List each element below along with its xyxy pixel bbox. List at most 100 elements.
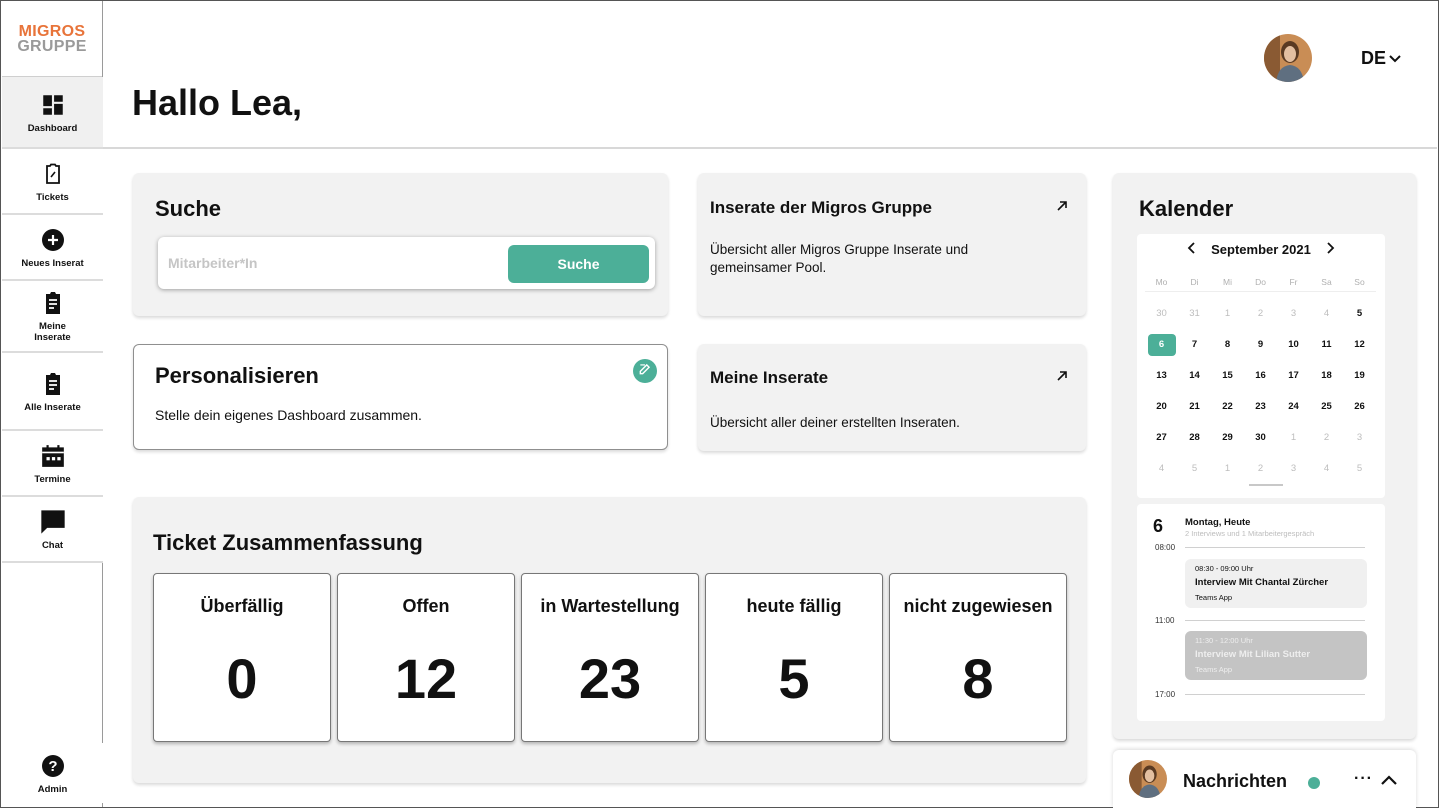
calendar-day-label: 4 xyxy=(1158,463,1165,474)
sidebar-item-neues-inserat[interactable]: Neues Inserat xyxy=(2,215,103,281)
calendar-month-nav: September 2021 xyxy=(1137,242,1385,257)
ticket-clipboard-icon xyxy=(39,160,67,188)
calendar-day[interactable]: 5 xyxy=(1343,463,1376,474)
ticket-card-wartestellung[interactable]: in Wartestellung 23 xyxy=(521,573,699,742)
calendar-weekday: Fr xyxy=(1289,276,1298,287)
sidebar-item-admin[interactable]: ? Admin xyxy=(2,743,103,803)
calendar-day[interactable]: 26 xyxy=(1343,401,1376,412)
messages-bar[interactable]: Nachrichten ··· xyxy=(1113,750,1416,808)
calendar-day[interactable]: 1 xyxy=(1211,308,1244,319)
ticket-card-nicht-zugewiesen[interactable]: nicht zugewiesen 8 xyxy=(889,573,1067,742)
calendar-weekday-row: Mo Di Mi Do Fr Sa So xyxy=(1145,272,1376,292)
search-input[interactable] xyxy=(168,249,498,277)
language-selector[interactable]: DE xyxy=(1361,48,1402,69)
inserate-gruppe-text: Übersicht aller Migros Gruppe Inserate u… xyxy=(710,242,969,275)
agenda-event[interactable]: 11:30 - 12:00 Uhr Interview Mit Lilian S… xyxy=(1185,631,1367,680)
calendar-day[interactable]: 2 xyxy=(1244,463,1277,474)
calendar-day[interactable]: 17 xyxy=(1277,370,1310,381)
calendar-day[interactable]: 6 xyxy=(1145,333,1178,356)
online-status-dot xyxy=(1308,777,1320,789)
calendar-day[interactable]: 14 xyxy=(1178,370,1211,381)
calendar-day[interactable]: 5 xyxy=(1343,308,1376,319)
agenda-event-time: 08:30 - 09:00 Uhr xyxy=(1195,564,1254,573)
sidebar-item-termine[interactable]: Termine xyxy=(2,431,103,497)
calendar-day[interactable]: 22 xyxy=(1211,401,1244,412)
ticket-card-offen[interactable]: Offen 12 xyxy=(337,573,515,742)
sidebar-item-dashboard[interactable]: Dashboard xyxy=(2,77,103,149)
calendar-day-label: 24 xyxy=(1288,401,1299,412)
calendar-day[interactable]: 3 xyxy=(1277,463,1310,474)
calendar-day-label: 3 xyxy=(1290,308,1297,319)
calendar-day[interactable]: 28 xyxy=(1178,432,1211,443)
calendar-day[interactable]: 8 xyxy=(1211,339,1244,350)
ticket-card-value: 8 xyxy=(962,647,994,710)
calendar-day[interactable]: 23 xyxy=(1244,401,1277,412)
calendar-day-label: 21 xyxy=(1189,401,1200,412)
arrow-up-right-icon[interactable] xyxy=(1055,369,1069,388)
agenda-day-subtitle: 2 Interviews und 1 Mitarbeitergespräch xyxy=(1185,529,1315,538)
sidebar-item-chat[interactable]: Chat xyxy=(2,497,103,563)
agenda-day-number: 6 xyxy=(1153,516,1164,536)
calendar-drag-handle[interactable] xyxy=(1249,484,1283,486)
search-button[interactable]: Suche xyxy=(508,245,649,283)
calendar-day[interactable]: 18 xyxy=(1310,370,1343,381)
ticket-card-label: Überfällig xyxy=(200,596,284,616)
sidebar-item-tickets[interactable]: Tickets xyxy=(2,149,103,215)
chevron-left-icon[interactable] xyxy=(1187,242,1197,257)
migros-logo[interactable]: MIGROS GRUPPE xyxy=(2,1,102,77)
calendar-day[interactable]: 4 xyxy=(1310,463,1343,474)
calendar-weekday: So xyxy=(1354,276,1365,287)
user-avatar[interactable] xyxy=(1264,34,1312,82)
sidebar-item-meine-inserate[interactable]: Meine Inserate xyxy=(2,281,103,353)
agenda-event-name: Interview Mit Chantal Zürcher xyxy=(1195,577,1329,588)
calendar-day[interactable]: 31 xyxy=(1178,308,1211,319)
calendar-day[interactable]: 12 xyxy=(1343,339,1376,350)
calendar-day[interactable]: 3 xyxy=(1277,308,1310,319)
calendar-day[interactable]: 3 xyxy=(1343,432,1376,443)
calendar-day[interactable]: 4 xyxy=(1145,463,1178,474)
agenda-event[interactable]: 08:30 - 09:00 Uhr Interview Mit Chantal … xyxy=(1185,559,1367,608)
chevron-down-icon xyxy=(1388,48,1402,69)
calendar-day[interactable]: 15 xyxy=(1211,370,1244,381)
calendar-day[interactable]: 5 xyxy=(1178,463,1211,474)
sidebar-item-label: Tickets xyxy=(36,191,69,203)
calendar-day[interactable]: 4 xyxy=(1310,308,1343,319)
meine-inserate-card[interactable] xyxy=(698,344,1086,451)
calendar-day[interactable]: 10 xyxy=(1277,339,1310,350)
calendar-day[interactable]: 30 xyxy=(1145,308,1178,319)
chevron-up-icon[interactable] xyxy=(1380,773,1398,791)
calendar-day-label: 1 xyxy=(1224,463,1231,474)
calendar-day[interactable]: 9 xyxy=(1244,339,1277,350)
calendar-day[interactable]: 24 xyxy=(1277,401,1310,412)
arrow-up-right-icon[interactable] xyxy=(1055,199,1069,218)
calendar-day-label: 26 xyxy=(1354,401,1365,412)
chevron-right-icon[interactable] xyxy=(1325,242,1335,257)
calendar-day[interactable]: 19 xyxy=(1343,370,1376,381)
calendar-day[interactable]: 27 xyxy=(1145,432,1178,443)
ticket-card-ueberfaellig[interactable]: Überfällig 0 xyxy=(153,573,331,742)
calendar-day[interactable]: 29 xyxy=(1211,432,1244,443)
ticket-card-heute-faellig[interactable]: heute fällig 5 xyxy=(705,573,883,742)
calendar-day[interactable]: 7 xyxy=(1178,339,1211,350)
calendar-day[interactable]: 30 xyxy=(1244,432,1277,443)
more-options-icon[interactable]: ··· xyxy=(1354,770,1373,788)
sidebar-item-alle-inserate[interactable]: Alle Inserate xyxy=(2,353,103,431)
calendar-day[interactable]: 1 xyxy=(1211,463,1244,474)
calendar-day[interactable]: 21 xyxy=(1178,401,1211,412)
calendar-day[interactable]: 1 xyxy=(1277,432,1310,443)
calendar-day[interactable]: 13 xyxy=(1145,370,1178,381)
calendar-day[interactable]: 2 xyxy=(1310,432,1343,443)
clipboard-list-icon xyxy=(39,289,67,317)
personalize-card[interactable] xyxy=(133,344,668,450)
calendar-day[interactable]: 25 xyxy=(1310,401,1343,412)
inserate-gruppe-title: Inserate der Migros Gruppe xyxy=(710,198,932,217)
calendar-day[interactable]: 16 xyxy=(1244,370,1277,381)
edit-button[interactable] xyxy=(633,359,657,383)
sidebar-item-label: Dashboard xyxy=(27,122,78,134)
calendar-day-label: 2 xyxy=(1323,432,1330,443)
calendar-month-label: September 2021 xyxy=(1211,242,1311,257)
sidebar-item-label: Alle Inserate xyxy=(24,401,81,413)
calendar-day[interactable]: 11 xyxy=(1310,339,1343,350)
calendar-day[interactable]: 20 xyxy=(1145,401,1178,412)
calendar-day[interactable]: 2 xyxy=(1244,308,1277,319)
